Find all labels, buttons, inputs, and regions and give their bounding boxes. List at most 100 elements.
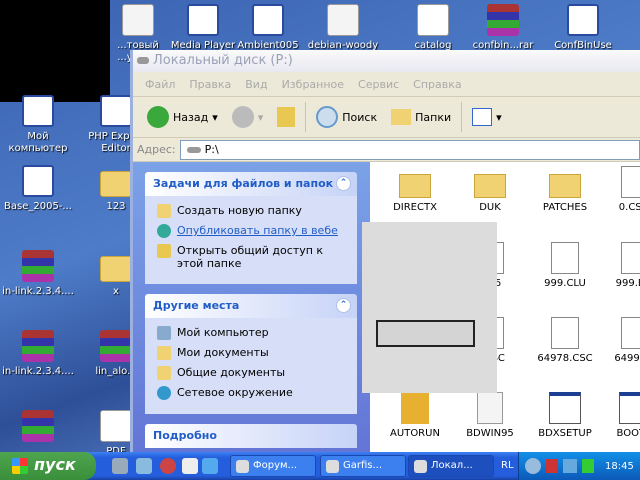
task-new-folder[interactable]: Создать новую папку bbox=[157, 204, 351, 218]
place-network[interactable]: Сетевое окружение bbox=[157, 386, 351, 400]
desktop-icon[interactable]: Ambient005 bbox=[230, 4, 306, 52]
desktop-icon[interactable] bbox=[0, 410, 76, 446]
separator bbox=[305, 102, 307, 132]
file-item[interactable]: 999.CLU bbox=[528, 242, 602, 289]
system-tray: 18:45 bbox=[518, 452, 640, 480]
desktop-icon[interactable]: ConfBinUse bbox=[545, 4, 621, 52]
rar-icon bbox=[22, 250, 54, 282]
app-icon bbox=[252, 4, 284, 36]
desktop-icon[interactable]: catalog bbox=[395, 4, 471, 52]
place-label: Мои документы bbox=[177, 346, 269, 359]
file-item[interactable]: PATCHES bbox=[528, 166, 602, 213]
folder-up-icon bbox=[277, 107, 296, 127]
forward-button[interactable]: ▾ bbox=[228, 106, 268, 128]
desktop-icon[interactable]: in-link.2.3.4.... bbox=[0, 330, 76, 378]
search-button[interactable]: Поиск bbox=[312, 106, 381, 128]
quicklaunch-ie-icon[interactable] bbox=[202, 458, 218, 474]
file-item[interactable]: 999.B... bbox=[598, 242, 640, 289]
task-local-disk[interactable]: Локал... bbox=[408, 455, 494, 477]
dialog-button[interactable] bbox=[376, 320, 475, 347]
quicklaunch-desktop-icon[interactable] bbox=[112, 458, 128, 474]
app-icon bbox=[22, 165, 54, 197]
file-item[interactable]: 0.CS... bbox=[598, 166, 640, 213]
back-arrow-icon bbox=[147, 106, 169, 128]
place-my-documents[interactable]: Мои документы bbox=[157, 346, 351, 360]
desktop-icon[interactable]: confbin...rar bbox=[465, 4, 541, 52]
menu-view[interactable]: Вид bbox=[245, 78, 267, 96]
place-my-computer[interactable]: Мой компьютер bbox=[157, 326, 351, 340]
details-header[interactable]: Подробно bbox=[145, 424, 357, 448]
desktop-icon[interactable]: Base_2005-... bbox=[0, 165, 76, 213]
chevron-left-icon[interactable] bbox=[525, 458, 541, 474]
file-name: BOOT... bbox=[616, 428, 640, 439]
places-panel: Другие места ⌃ Мой компьютер Мои документ… bbox=[145, 294, 357, 414]
file-name: 999.CLU bbox=[544, 278, 586, 289]
folders-button[interactable]: Папки bbox=[387, 109, 455, 125]
address-input[interactable]: P:\ bbox=[179, 139, 640, 160]
task-share-folder[interactable]: Открыть общий доступ к этой папке bbox=[157, 244, 351, 270]
folder-icon bbox=[157, 366, 171, 380]
new-folder-icon bbox=[157, 204, 171, 218]
menu-favorites[interactable]: Избранное bbox=[282, 78, 344, 96]
tasks-title: Задачи для файлов и папок bbox=[153, 177, 334, 190]
update-icon[interactable] bbox=[582, 459, 594, 473]
desktop-icon[interactable]: in-link.2.3.4.... bbox=[0, 250, 76, 298]
collapse-icon[interactable]: ⌃ bbox=[336, 298, 351, 313]
task-label: Опубликовать папку в вебе bbox=[177, 224, 338, 237]
forward-arrow-icon bbox=[231, 106, 254, 128]
file-name: 64990... bbox=[614, 353, 640, 364]
menu-file[interactable]: Файл bbox=[145, 78, 175, 96]
places-header[interactable]: Другие места ⌃ bbox=[145, 294, 357, 318]
file-item[interactable]: 64978.CSC bbox=[528, 317, 602, 364]
app-icon bbox=[100, 95, 132, 127]
user-icon[interactable] bbox=[546, 459, 558, 473]
task-forum[interactable]: Форум... bbox=[230, 455, 316, 477]
desktop-icon-label: in-link.2.3.4.... bbox=[2, 286, 74, 297]
app-file-icon bbox=[551, 317, 579, 349]
app-icon bbox=[567, 4, 599, 36]
folder-file-icon bbox=[474, 174, 506, 198]
file-item[interactable]: BOOT... bbox=[598, 392, 640, 439]
rar-icon bbox=[100, 330, 132, 362]
file-item[interactable]: DUK bbox=[453, 166, 527, 213]
back-button[interactable]: Назад ▾ bbox=[143, 106, 222, 128]
address-bar: Адрес: P:\ bbox=[133, 138, 640, 162]
file-item[interactable]: AUTORUN bbox=[378, 392, 452, 439]
task-label: Создать новую папку bbox=[177, 204, 302, 217]
menu-edit[interactable]: Правка bbox=[189, 78, 231, 96]
black-region bbox=[0, 0, 110, 102]
address-label: Адрес: bbox=[137, 143, 176, 156]
rar-icon bbox=[22, 330, 54, 362]
collapse-icon[interactable]: ⌃ bbox=[336, 176, 351, 191]
place-shared-documents[interactable]: Общие документы bbox=[157, 366, 351, 380]
folders-label: Папки bbox=[415, 110, 452, 124]
menu-tools[interactable]: Сервис bbox=[358, 78, 399, 96]
views-button[interactable]: ▾ bbox=[468, 108, 506, 126]
language-indicator[interactable]: RL bbox=[501, 460, 514, 471]
file-item[interactable]: BDXSETUP bbox=[528, 392, 602, 439]
tasks-header[interactable]: Задачи для файлов и папок ⌃ bbox=[145, 172, 357, 196]
task-publish-web[interactable]: Опубликовать папку в вебе bbox=[157, 224, 351, 238]
red-icon bbox=[417, 4, 449, 36]
doc-icon bbox=[327, 4, 359, 36]
file-item[interactable]: BDWIN95 bbox=[453, 392, 527, 439]
network-icon[interactable] bbox=[563, 459, 577, 473]
task-label: Открыть общий доступ к этой папке bbox=[177, 244, 324, 270]
window-title[interactable]: Локальный диск (P:) bbox=[133, 50, 640, 72]
file-name: 999.B... bbox=[615, 278, 640, 289]
file-item[interactable]: DIRECTX bbox=[378, 166, 452, 213]
quicklaunch-opera-icon[interactable] bbox=[160, 458, 176, 474]
menu-help[interactable]: Справка bbox=[413, 78, 461, 96]
file-name: AUTORUN bbox=[390, 428, 440, 439]
quicklaunch-icon[interactable] bbox=[136, 458, 152, 474]
file-item[interactable]: 64990... bbox=[598, 317, 640, 364]
up-button[interactable] bbox=[273, 107, 299, 127]
folders-icon bbox=[391, 109, 412, 125]
desktop-icon[interactable]: Мой компьютер bbox=[0, 95, 76, 155]
task-garfis[interactable]: Garfis... bbox=[320, 455, 406, 477]
menu-bar: Файл Правка Вид Избранное Сервис Справка bbox=[133, 72, 640, 97]
start-button[interactable]: пуск bbox=[0, 452, 96, 480]
details-title: Подробно bbox=[153, 429, 217, 442]
quicklaunch-notepad-icon[interactable] bbox=[182, 458, 198, 474]
desktop-icon[interactable]: debian-woody bbox=[305, 4, 381, 52]
